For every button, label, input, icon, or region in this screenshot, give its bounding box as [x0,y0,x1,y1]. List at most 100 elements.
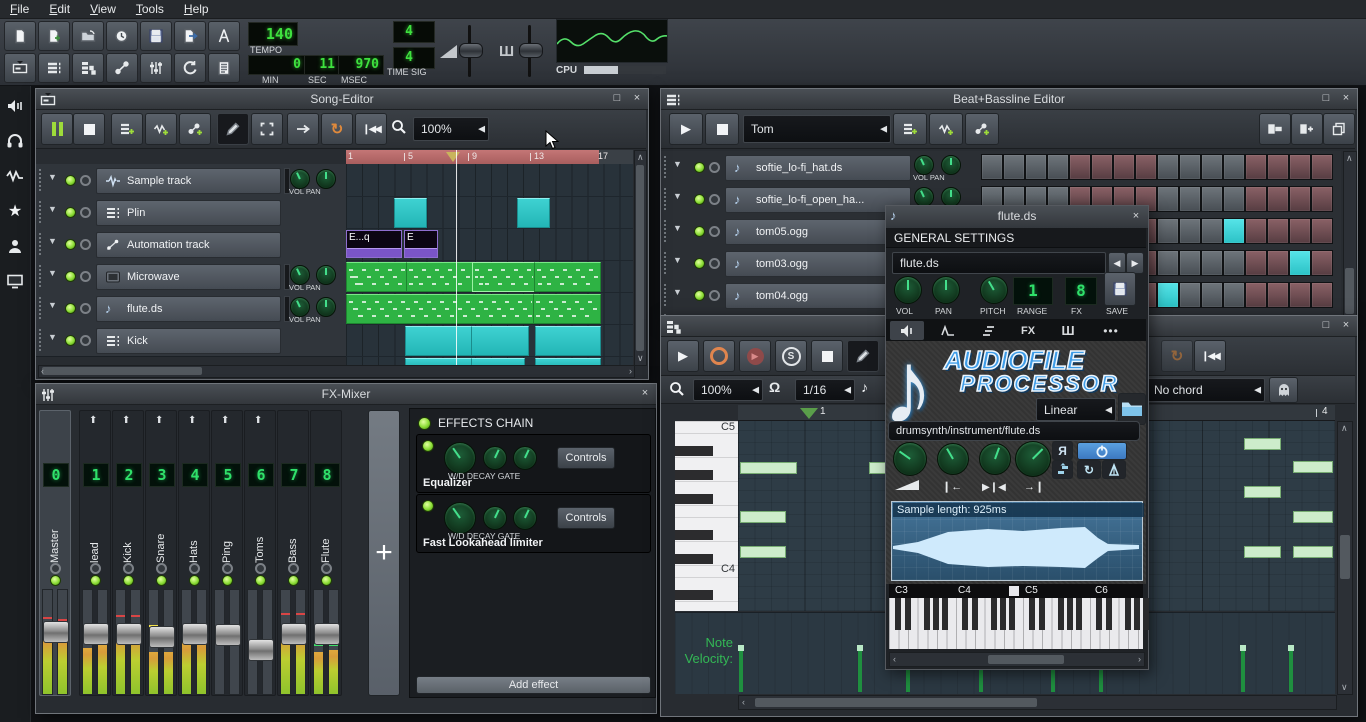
track-grip[interactable] [38,168,43,192]
loop-button[interactable]: ↻ [1077,460,1101,479]
piece-pattern[interactable] [534,262,601,292]
step-cell[interactable] [1289,250,1311,276]
save-preset-button[interactable] [1104,272,1136,306]
bb-track-name-button[interactable]: ♪softie_lo-fi_hat.ds [725,155,911,181]
toolbar-button-new-from-template[interactable] [38,21,70,51]
track-volume-knob[interactable] [290,265,310,285]
track-name-button[interactable]: Kick [96,328,281,354]
fx-mixer-close-button[interactable]: × [638,387,652,401]
step-cell[interactable] [1091,154,1113,180]
step-cell[interactable] [1223,186,1245,212]
pr-note[interactable] [1244,546,1281,558]
mixer-channel-led-on[interactable] [189,575,200,586]
bb-editor-maximize-button[interactable]: □ [1319,92,1333,106]
mixer-fader-handle[interactable] [182,623,208,645]
step-cell[interactable] [1157,218,1179,244]
track-name-button[interactable]: Sample track [96,168,281,194]
mixer-channel-led-on[interactable] [123,575,134,586]
toolbar-button-song-editor-toggle[interactable] [4,53,36,83]
bb-track-name-button[interactable]: ♪tom05.ogg [725,219,911,245]
menu-view[interactable]: View [80,0,126,18]
bb-play-button[interactable]: ▶ [669,113,703,145]
fx-mixer-titlebar[interactable]: FX-Mixer× [36,384,656,405]
effect-enable-led[interactable] [422,500,434,512]
sidebar-item-favorites[interactable]: ★ [3,199,27,223]
piece-pattern[interactable] [406,262,474,292]
menu-file[interactable]: File [0,0,39,18]
velocity-bar[interactable] [739,645,743,692]
step-cell[interactable] [1245,186,1267,212]
velocity-bar[interactable] [858,645,862,692]
track-pan-knob[interactable] [316,297,336,317]
pr-chord-combo[interactable]: No chord◀ [1146,378,1265,402]
step-cell[interactable] [1223,282,1245,308]
menu-edit[interactable]: Edit [39,0,80,18]
song-editor-maximize-button[interactable]: □ [610,92,624,106]
pr-note[interactable] [1244,438,1281,450]
reverse-button[interactable]: Я [1052,441,1073,460]
effect-decay-knob[interactable] [483,446,507,470]
pr-stop-s-button[interactable]: S [775,340,807,372]
track-solo-led[interactable] [80,271,91,282]
black-key[interactable] [991,598,997,630]
pr-note[interactable] [1293,546,1333,558]
bb-stop-button[interactable] [705,113,739,145]
black-key[interactable] [1067,598,1073,630]
mixer-add-channel-button[interactable]: + [368,410,400,696]
black-key[interactable] [1000,598,1006,630]
black-key[interactable] [1058,598,1064,630]
mixer-channel-led-off[interactable] [321,563,332,574]
track-grip[interactable] [663,187,668,211]
step-cell[interactable] [1267,154,1289,180]
send-to-master-arrow-icon[interactable]: ⬆ [155,415,163,426]
mixer-fader-handle[interactable] [314,623,340,645]
mixer-channel-led-on[interactable] [321,575,332,586]
toolbar-button-project-notes-toggle[interactable] [208,53,240,83]
track-mute-led[interactable] [694,162,705,173]
toolbar-button-new-project[interactable] [4,21,36,51]
song-edit-mode-button[interactable] [251,113,283,145]
track-actions-arrow-icon[interactable]: ▼ [48,204,57,214]
step-cell[interactable] [1179,154,1201,180]
black-key[interactable] [924,598,930,630]
mixer-fader-handle[interactable] [248,639,274,661]
song-drag-mode-button[interactable] [287,113,319,145]
mixer-fader-handle[interactable] [215,624,241,646]
step-cell[interactable] [1311,282,1333,308]
black-key[interactable] [1009,598,1015,630]
mixer-fader-handle[interactable] [281,623,307,645]
step-cell[interactable] [1311,218,1333,244]
bb-track-volume-knob[interactable] [914,187,934,207]
piece-pattern[interactable] [533,294,601,324]
track-solo-led[interactable] [709,290,720,301]
track-actions-arrow-icon[interactable]: ▼ [48,332,57,342]
toolbar-button-open-project[interactable] [72,21,104,51]
mixer-channel-master[interactable]: 0Master [39,410,71,696]
end-point-knob[interactable] [1015,441,1051,477]
tab-midi[interactable]: Ш [1054,321,1082,340]
step-cell[interactable] [1003,154,1025,180]
track-pan-knob[interactable] [316,265,336,285]
step-cell[interactable] [1223,250,1245,276]
step-cell[interactable] [1025,154,1047,180]
track-mute-led[interactable] [694,194,705,205]
track-name-button[interactable]: Automation track [96,232,281,258]
prev-instrument-button[interactable]: ◀ [1108,252,1126,274]
amp-knob[interactable] [893,442,927,476]
velocity-bar[interactable] [1289,645,1293,692]
step-cell[interactable] [1047,154,1069,180]
step-cell[interactable] [1179,250,1201,276]
pr-note[interactable] [740,462,797,474]
current-note-marker[interactable] [1009,586,1019,596]
bb-vscroll-thumb[interactable] [1345,268,1354,314]
song-hscrollbar[interactable]: ›‹ [38,365,635,378]
pingpong-loop-button[interactable] [1102,460,1126,479]
step-cell[interactable] [1069,154,1091,180]
step-cell[interactable] [1289,218,1311,244]
pr-zoom-combo[interactable]: 100%◀ [693,379,763,401]
mixer-fader-handle[interactable] [43,621,69,643]
step-cell[interactable] [1267,282,1289,308]
track-name-button[interactable]: Microwave [96,264,281,290]
send-to-master-arrow-icon[interactable]: ⬆ [122,415,130,426]
effect-wd-knob[interactable] [444,442,476,474]
